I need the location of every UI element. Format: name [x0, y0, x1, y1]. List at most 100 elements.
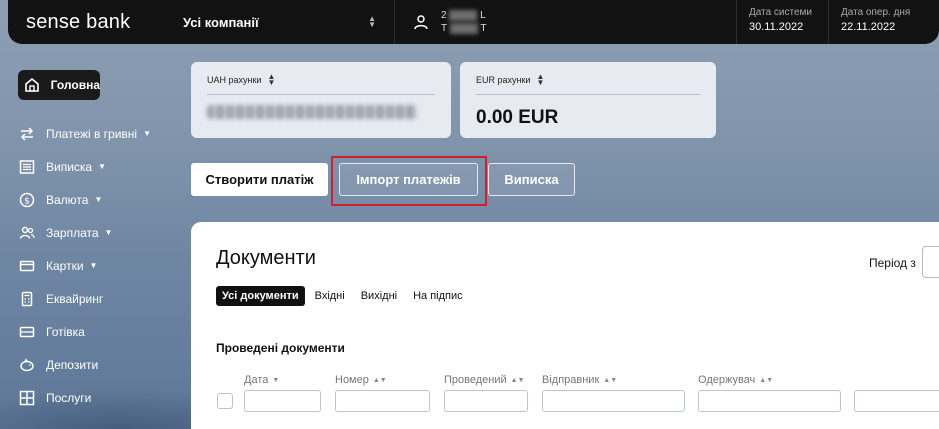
piggy-icon — [18, 356, 36, 374]
users-icon — [18, 224, 36, 242]
sidebar-item-acquiring[interactable]: Еквайринг — [18, 282, 178, 315]
user-name: 2 L T T — [441, 9, 486, 35]
user-line-1: 2 — [441, 10, 447, 21]
user-profile[interactable]: 2 L T T — [395, 0, 737, 44]
sort-down-icon: ▼ — [272, 376, 280, 384]
period-label: Період з — [869, 256, 916, 270]
caret-down-icon: ▼ — [94, 195, 103, 204]
filter-extra-input[interactable] — [854, 390, 939, 412]
user-line-1-end: L — [480, 10, 486, 21]
sidebar-item-label: Головна — [50, 78, 100, 92]
statement-button[interactable]: Виписка — [488, 163, 575, 196]
top-bar: sense bank Усі компанії ▲ ▼ 2 L T T Дата … — [8, 0, 939, 44]
system-date: Дата системи 30.11.2022 — [737, 0, 829, 44]
bank-logo[interactable]: sense bank — [8, 11, 183, 34]
tab-for-signature[interactable]: На підпис — [407, 286, 469, 306]
column-recipient-label: Одержувач — [698, 374, 756, 386]
column-number-label: Номер — [335, 374, 369, 386]
filter-number-input[interactable] — [335, 390, 430, 412]
select-all-checkbox[interactable] — [217, 393, 233, 409]
divider — [476, 94, 700, 95]
sidebar-item-deposits[interactable]: Депозити — [18, 348, 178, 381]
sidebar-item-label: Готівка — [46, 324, 85, 339]
create-payment-button[interactable]: Створити платіж — [191, 163, 328, 196]
sidebar-item-statement[interactable]: Виписка ▼ — [18, 150, 178, 183]
uah-accounts-card[interactable]: UAH рахунки ▲ ▼ — [191, 62, 451, 138]
filter-posted-input[interactable] — [444, 390, 528, 412]
posted-documents-title: Проведені документи — [216, 341, 345, 355]
op-date-value: 22.11.2022 — [841, 21, 896, 33]
period-from-input[interactable] — [922, 246, 939, 278]
eur-accounts-label: EUR рахунки — [476, 75, 531, 85]
dollar-icon: $ — [18, 191, 36, 209]
redacted-balance — [207, 105, 417, 119]
highlight-box — [331, 156, 487, 206]
redacted-name — [449, 9, 478, 21]
column-number[interactable]: Номер ▲▼ — [335, 374, 387, 386]
sort-updown-icon: ▲▼ — [368, 14, 376, 29]
sidebar-item-cards[interactable]: Картки ▼ — [18, 249, 178, 282]
sidebar-item-label: Картки — [46, 258, 84, 273]
caret-down-icon: ▼ — [104, 228, 113, 237]
column-recipient[interactable]: Одержувач ▲▼ — [698, 374, 773, 386]
tab-all-documents[interactable]: Усі документи — [216, 286, 305, 306]
sidebar-item-label: Еквайринг — [46, 291, 104, 306]
user-line-2-end: T — [480, 23, 487, 34]
sort-updown-icon: ▲▼ — [372, 376, 387, 384]
user-line-2: T — [441, 23, 447, 34]
grid-icon — [18, 389, 36, 407]
sort-updown-icon: ▲▼ — [267, 72, 276, 87]
uah-accounts-label: UAH рахунки — [207, 75, 262, 85]
sidebar-item-label: Платежі в гривні — [46, 126, 138, 141]
dates-block: Дата системи 30.11.2022 Дата опер. дня 2… — [737, 0, 921, 44]
caret-down-icon: ▼ — [98, 162, 107, 171]
redacted-company — [449, 22, 478, 34]
sort-updown-icon: ▲▼ — [536, 72, 545, 87]
sidebar-item-label: Зарплата — [46, 225, 99, 240]
operational-date: Дата опер. дня 22.11.2022 — [829, 0, 921, 44]
column-posted[interactable]: Проведений ▲▼ — [444, 374, 525, 386]
home-icon — [23, 76, 41, 94]
card-icon — [18, 257, 36, 275]
sort-updown-icon: ▲▼ — [759, 376, 774, 384]
transfer-icon — [18, 125, 36, 143]
company-selector[interactable]: Усі компанії ▲ ▼ — [183, 0, 395, 44]
filter-sender-input[interactable] — [542, 390, 685, 412]
eur-accounts-header[interactable]: EUR рахунки ▲ ▼ — [476, 72, 700, 87]
caret-down-icon: ▼ — [143, 129, 152, 138]
eur-accounts-card[interactable]: EUR рахунки ▲ ▼ 0.00 EUR — [460, 62, 716, 138]
sidebar-item-salary[interactable]: Зарплата ▼ — [18, 216, 178, 249]
tab-outgoing[interactable]: Вихідні — [355, 286, 403, 306]
column-date[interactable]: Дата ▼ — [244, 374, 279, 386]
caret-down-icon: ▼ — [89, 261, 98, 270]
sidebar-item-home[interactable]: Головна — [18, 70, 100, 100]
column-sender[interactable]: Відправник ▲▼ — [542, 374, 617, 386]
tab-incoming[interactable]: Вхідні — [309, 286, 351, 306]
documents-title: Документи — [216, 247, 316, 269]
op-date-label: Дата опер. дня — [841, 7, 911, 18]
sidebar-item-label: Депозити — [46, 357, 99, 372]
sidebar-item-currency[interactable]: $ Валюта ▼ — [18, 183, 178, 216]
sidebar-item-services[interactable]: Послуги — [18, 381, 178, 414]
filter-date-input[interactable] — [244, 390, 321, 412]
sidebar-item-label: Валюта — [46, 192, 89, 207]
company-selector-label: Усі компанії — [183, 14, 259, 30]
sort-updown-icon: ▲▼ — [510, 376, 525, 384]
system-date-value: 30.11.2022 — [749, 21, 804, 33]
column-posted-label: Проведений — [444, 374, 507, 386]
eur-balance: 0.00 EUR — [476, 107, 559, 128]
sidebar-item-uah-payments[interactable]: Платежі в гривні ▼ — [18, 117, 178, 150]
terminal-icon — [18, 290, 36, 308]
statement-icon — [18, 158, 36, 176]
sidebar: Головна Платежі в гривні ▼ Виписка ▼ $ В… — [18, 70, 178, 414]
sidebar-item-label: Виписка — [46, 159, 93, 174]
column-sender-label: Відправник — [542, 374, 600, 386]
svg-text:$: $ — [24, 196, 30, 206]
cash-icon — [18, 323, 36, 341]
documents-tabs: Усі документи Вхідні Вихідні На підпис — [216, 286, 469, 306]
documents-panel: Документи Період з Усі документи Вхідні … — [191, 222, 939, 429]
sidebar-item-cash[interactable]: Готівка — [18, 315, 178, 348]
filter-recipient-input[interactable] — [698, 390, 841, 412]
system-date-label: Дата системи — [749, 7, 812, 18]
uah-accounts-header[interactable]: UAH рахунки ▲ ▼ — [207, 72, 435, 87]
